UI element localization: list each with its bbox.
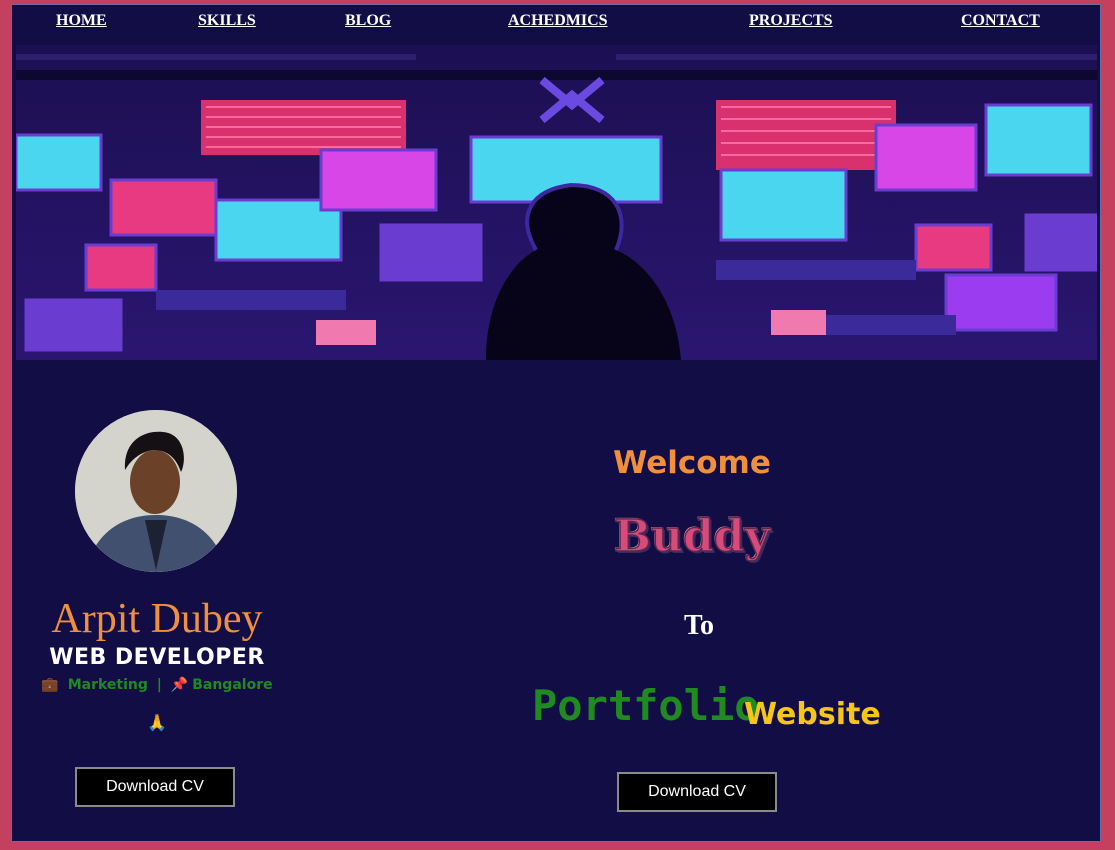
to-heading: To bbox=[683, 610, 715, 641]
profile-name: Arpit Dubey bbox=[51, 596, 263, 642]
profile-meta: 💼 Marketing | 📌 Bangalore bbox=[12, 677, 302, 693]
page-frame: HOME SKILLS BLOG ACHEDMICS PROJECTS CONT… bbox=[11, 4, 1101, 842]
top-nav: HOME SKILLS BLOG ACHEDMICS PROJECTS CONT… bbox=[12, 5, 1100, 45]
nav-contact[interactable]: CONTACT bbox=[961, 12, 1040, 30]
website-heading: Website bbox=[744, 697, 881, 732]
portfolio-heading: Portfolio bbox=[532, 681, 760, 730]
pray-icon: 🙏 bbox=[147, 715, 167, 732]
download-cv-button-left[interactable]: Download CV bbox=[75, 767, 235, 807]
briefcase-icon: 💼 bbox=[41, 677, 59, 693]
buddy-heading: Buddy bbox=[613, 510, 771, 563]
profile-role: WEB DEVELOPER bbox=[49, 645, 265, 670]
profile-avatar bbox=[75, 410, 237, 572]
profile-field: Marketing bbox=[67, 677, 148, 693]
nav-skills[interactable]: SKILLS bbox=[198, 12, 256, 30]
nav-projects[interactable]: PROJECTS bbox=[749, 12, 833, 30]
meta-separator: | bbox=[156, 677, 162, 693]
pushpin-icon: 📌 bbox=[170, 677, 189, 693]
nav-home[interactable]: HOME bbox=[56, 12, 107, 30]
profile-location: Bangalore bbox=[192, 677, 273, 693]
hero-banner-image bbox=[16, 45, 1097, 360]
nav-blog[interactable]: BLOG bbox=[345, 12, 391, 30]
welcome-heading: Welcome bbox=[613, 445, 771, 481]
nav-achedmics[interactable]: ACHEDMICS bbox=[508, 12, 608, 30]
download-cv-button-right[interactable]: Download CV bbox=[617, 772, 777, 812]
